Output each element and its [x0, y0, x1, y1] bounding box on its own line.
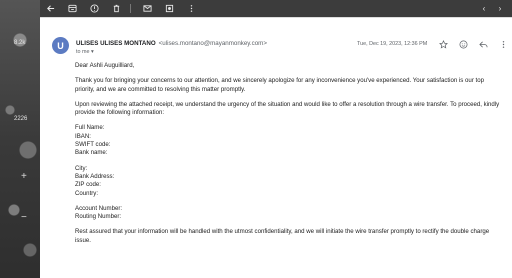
field-label: Full Name: [75, 124, 105, 132]
star-icon[interactable] [437, 38, 449, 50]
toolbar: ‹ › [40, 0, 512, 17]
sender-name[interactable]: ULISES ULISES MONTANO [76, 40, 156, 47]
sidebar-count-mid: 2226 [14, 116, 28, 122]
zoom-out-icon[interactable]: − [21, 213, 27, 223]
emoji-icon[interactable] [457, 38, 469, 50]
zoom-in-icon[interactable]: + [21, 172, 27, 182]
field-label: ZIP code: [75, 181, 101, 189]
sender-email: <ulises.montano@mayanmonkey.com> [158, 40, 267, 47]
field-label: City: [75, 164, 88, 172]
field-label: Bank Address: [75, 172, 115, 180]
paragraph-closing: Rest assured that your information will … [75, 228, 490, 244]
sender-line: ULISES ULISES MONTANO <ulises.montano@may… [76, 40, 267, 47]
snooze-icon[interactable] [163, 3, 175, 15]
sidebar-count-top: 8.2k [14, 40, 26, 46]
toolbar-divider [130, 4, 131, 13]
email-view: U ULISES ULISES MONTANO <ulises.montano@m… [40, 17, 512, 278]
field-label: Account Number: [75, 204, 123, 212]
field-label: Country: [75, 189, 99, 197]
back-arrow-icon[interactable] [44, 3, 56, 15]
paragraph-apology: Thank you for bringing your concerns to … [75, 77, 485, 93]
more-icon[interactable] [185, 3, 197, 15]
greeting: Dear Ashli Auguilliard, [75, 62, 135, 69]
field-label: Routing Number: [75, 213, 122, 221]
chevron-down-icon[interactable]: ▾ [91, 49, 94, 55]
field-label: SWIFT code: [75, 141, 111, 149]
message-actions [437, 38, 512, 50]
email-body: Dear Ashli Auguilliard, Thank you for br… [75, 62, 505, 245]
paragraph-request: Upon reviewing the attached receipt, we … [75, 100, 500, 117]
report-icon[interactable] [88, 3, 100, 15]
archive-icon[interactable] [66, 3, 78, 15]
toolbar-nav: ‹ › [474, 3, 512, 15]
avatar: U [52, 37, 69, 54]
field-label: IBAN: [75, 132, 91, 140]
delete-icon[interactable] [110, 3, 122, 15]
more-vertical-icon[interactable] [497, 38, 509, 50]
email-date: Tue, Dec 19, 2023, 12:36 PM [357, 41, 428, 47]
mail-icon[interactable] [141, 3, 153, 15]
field-label: Bank name: [75, 149, 108, 157]
chevron-right-icon[interactable]: › [494, 3, 506, 15]
reply-icon[interactable] [477, 38, 489, 50]
recipient-label: to me [76, 49, 90, 55]
chevron-left-icon[interactable]: ‹ [478, 3, 490, 15]
recipient-line[interactable]: to me ▾ [76, 49, 94, 55]
